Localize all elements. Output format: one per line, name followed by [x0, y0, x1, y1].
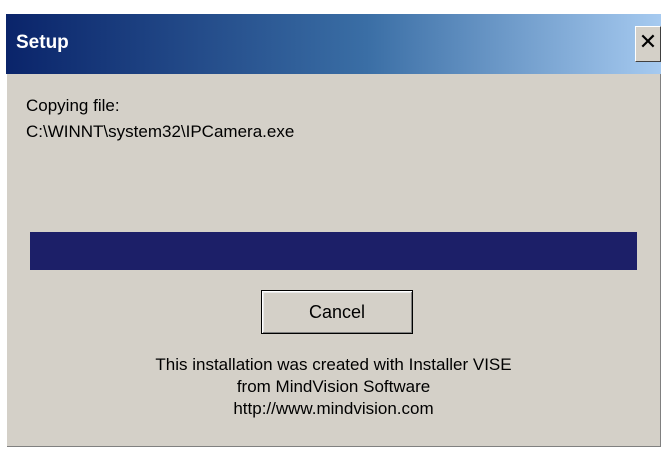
window-title: Setup [16, 32, 69, 53]
close-button[interactable]: ✕ [635, 26, 661, 62]
cancel-button[interactable]: Cancel [261, 290, 413, 334]
credit-url: http://www.mindvision.com [233, 399, 434, 418]
close-icon: ✕ [638, 30, 658, 55]
installer-credit: This installation was created with Insta… [6, 354, 661, 420]
copying-file-label: Copying file: [26, 96, 120, 115]
title-bar[interactable]: Setup ✕ [6, 14, 661, 74]
file-path-text: C:\WINNT\system32\IPCamera.exe [26, 122, 295, 141]
credit-line-1: This installation was created with Insta… [155, 355, 512, 374]
credit-line-2: from MindVision Software [236, 377, 431, 396]
progress-bar [30, 232, 637, 270]
setup-dialog: Setup ✕ Copying file: C:\WINNT\system32\… [6, 14, 661, 447]
progress-fill [30, 232, 637, 270]
